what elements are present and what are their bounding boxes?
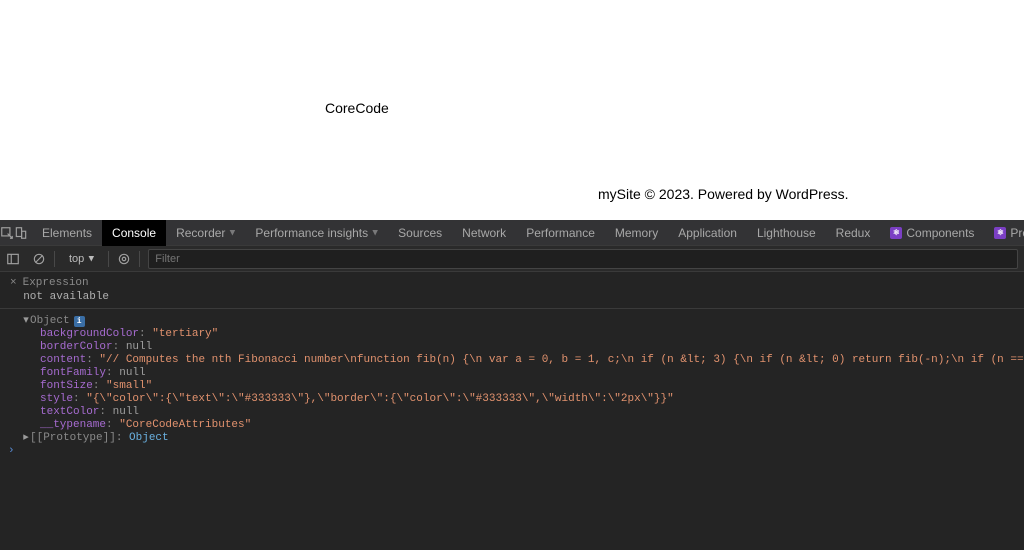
- tab-sources[interactable]: Sources: [388, 220, 452, 246]
- prop-row[interactable]: style: "{\"color\":{\"text\":\"#333333\"…: [4, 393, 1016, 406]
- prop-row[interactable]: textColor: null: [4, 406, 1016, 419]
- console-prompt[interactable]: ›: [4, 445, 1016, 458]
- tab-performance[interactable]: Performance: [516, 220, 605, 246]
- tab-profiler[interactable]: ⚛ Profiler: [984, 220, 1024, 246]
- clear-console-icon[interactable]: [26, 246, 52, 272]
- prop-key: fontSize: [40, 380, 93, 392]
- prop-value: "CoreCodeAttributes": [119, 419, 251, 431]
- device-toolbar-icon[interactable]: [14, 220, 28, 246]
- tab-console[interactable]: Console: [102, 220, 166, 246]
- dropdown-icon: [229, 230, 235, 236]
- prop-key: borderColor: [40, 341, 113, 353]
- chevron-down-icon: [88, 256, 94, 262]
- prop-value: "tertiary": [152, 328, 218, 340]
- prop-value: null: [119, 367, 145, 379]
- prop-value: "{\"color\":{\"text\":\"#333333\"},\"bor…: [86, 393, 674, 405]
- context-label: top: [69, 253, 84, 265]
- prop-row[interactable]: content: "// Computes the nth Fibonacci …: [4, 354, 1016, 367]
- prop-value: "small": [106, 380, 152, 392]
- tab-components[interactable]: ⚛ Components: [880, 220, 984, 246]
- tab-label: Performance insights: [255, 226, 368, 240]
- execution-context-selector[interactable]: top: [61, 249, 102, 269]
- watch-value: not available: [23, 291, 109, 303]
- prop-value: null: [113, 406, 139, 418]
- prototype-row[interactable]: ▸[[Prototype]]: Object: [4, 432, 1016, 445]
- prop-key: fontFamily: [40, 367, 106, 379]
- caret-right-icon[interactable]: ▸: [22, 432, 30, 445]
- prop-value: "// Computes the nth Fibonacci number\nf…: [99, 354, 1024, 366]
- console-filter-input[interactable]: [149, 253, 1017, 265]
- react-ext-icon: ⚛: [994, 227, 1006, 239]
- prop-key: textColor: [40, 406, 99, 418]
- prop-key: backgroundColor: [40, 328, 139, 340]
- tab-memory[interactable]: Memory: [605, 220, 668, 246]
- toggle-sidebar-icon[interactable]: [0, 246, 26, 272]
- page-footer-text: mySite © 2023. Powered by WordPress.: [598, 186, 849, 202]
- tab-performance-insights[interactable]: Performance insights: [245, 220, 388, 246]
- close-icon[interactable]: ×: [10, 277, 17, 289]
- dropdown-icon: [372, 230, 378, 236]
- tab-application[interactable]: Application: [668, 220, 747, 246]
- info-icon[interactable]: i: [74, 316, 85, 327]
- prop-value: null: [126, 341, 152, 353]
- live-expression-row: × Expression not available: [0, 272, 1024, 309]
- prop-row[interactable]: fontFamily: null: [4, 367, 1016, 380]
- devtools-tabbar: Elements Console Recorder Performance in…: [0, 220, 1024, 246]
- object-tag: Object: [30, 315, 70, 327]
- page-content: CoreCode mySite © 2023. Powered by WordP…: [0, 0, 1024, 220]
- tab-label: Components: [906, 226, 974, 240]
- prop-row[interactable]: backgroundColor: "tertiary": [4, 328, 1016, 341]
- tab-label: Profiler: [1010, 226, 1024, 240]
- separator: [108, 251, 109, 267]
- filter-wrapper: [148, 249, 1018, 269]
- inspect-element-icon[interactable]: [0, 220, 14, 246]
- prototype-value: Object: [129, 432, 169, 444]
- live-expression-icon[interactable]: [111, 246, 137, 272]
- prop-key: __typename: [40, 419, 106, 431]
- object-header[interactable]: ▾Objecti: [4, 315, 1016, 328]
- console-output: ▾Objecti backgroundColor: "tertiary" bor…: [0, 309, 1024, 464]
- prototype-label: [[Prototype]]: [30, 432, 116, 444]
- watch-label: Expression: [23, 277, 89, 289]
- prop-key: content: [40, 354, 86, 366]
- tab-redux[interactable]: Redux: [826, 220, 881, 246]
- react-ext-icon: ⚛: [890, 227, 902, 239]
- console-toolbar: top: [0, 246, 1024, 272]
- caret-down-icon[interactable]: ▾: [22, 315, 30, 328]
- tab-network[interactable]: Network: [452, 220, 516, 246]
- tab-elements[interactable]: Elements: [32, 220, 102, 246]
- separator: [139, 251, 140, 267]
- prop-row[interactable]: borderColor: null: [4, 341, 1016, 354]
- tab-label: Recorder: [176, 226, 225, 240]
- tab-lighthouse[interactable]: Lighthouse: [747, 220, 826, 246]
- prop-key: style: [40, 393, 73, 405]
- separator: [54, 251, 55, 267]
- tab-recorder[interactable]: Recorder: [166, 220, 245, 246]
- devtools-panel: Elements Console Recorder Performance in…: [0, 220, 1024, 550]
- prop-row[interactable]: __typename: "CoreCodeAttributes": [4, 419, 1016, 432]
- prop-row[interactable]: fontSize: "small": [4, 380, 1016, 393]
- page-heading: CoreCode: [325, 100, 389, 116]
